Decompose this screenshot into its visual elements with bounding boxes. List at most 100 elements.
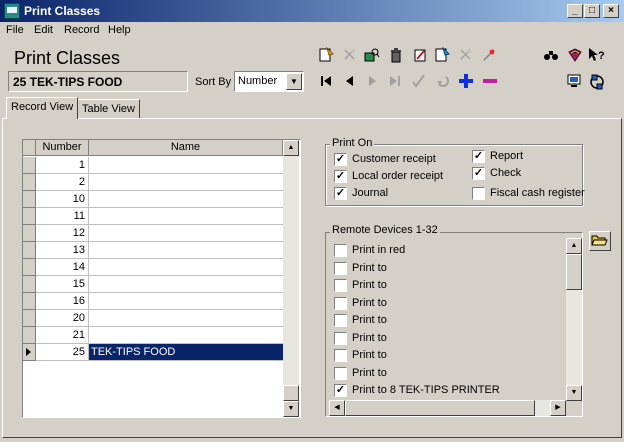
checkbox-journal[interactable]: ✓ (334, 187, 347, 200)
cell-number[interactable]: 16 (36, 293, 89, 310)
checkbox-fiscal-cash-register[interactable] (472, 187, 485, 200)
remote-horizontal-scrollbar[interactable]: ◀ ▶ (329, 400, 566, 416)
cell-number[interactable]: 20 (36, 310, 89, 327)
scroll-down-button[interactable]: ▼ (283, 401, 299, 417)
row-selector[interactable] (23, 293, 36, 310)
previous-record-icon[interactable] (339, 71, 359, 91)
cell-name[interactable] (89, 225, 283, 242)
cut-record-icon[interactable] (479, 45, 499, 65)
find-record-icon[interactable] (362, 45, 382, 65)
checkbox-remote-device[interactable] (334, 367, 347, 380)
last-record-icon[interactable] (385, 71, 405, 91)
label-remote-device[interactable]: Print in red (352, 244, 405, 256)
checkbox-check[interactable]: ✓ (472, 167, 485, 180)
row-selector[interactable] (23, 191, 36, 208)
checkbox-local-order-receipt[interactable]: ✓ (334, 170, 347, 183)
cell-name[interactable] (89, 310, 283, 327)
scroll-down-button[interactable]: ▼ (566, 385, 582, 401)
row-selector[interactable] (23, 276, 36, 293)
row-selector[interactable] (23, 208, 36, 225)
paste-record-icon[interactable] (456, 45, 476, 65)
print-classes-grid[interactable]: Number Name 1 2 10 11 12 13 14 15 16 20 … (22, 139, 301, 418)
menu-edit[interactable]: Edit (34, 24, 53, 36)
remote-vertical-scrollbar[interactable]: ▲ ▼ (566, 238, 582, 401)
close-button[interactable]: × (603, 4, 619, 18)
checkbox-remote-device[interactable] (334, 262, 347, 275)
label-local-order-receipt[interactable]: Local order receipt (352, 170, 443, 182)
checkbox-remote-device[interactable] (334, 349, 347, 362)
new-record-icon[interactable] (316, 45, 336, 65)
scroll-up-button[interactable]: ▲ (566, 238, 582, 254)
copy-record-icon[interactable] (340, 45, 360, 65)
cell-number[interactable]: 15 (36, 276, 89, 293)
save-record-icon[interactable] (432, 45, 452, 65)
checkmark-icon[interactable] (408, 71, 428, 91)
tab-table-view[interactable]: Table View (77, 99, 140, 118)
cell-name[interactable] (89, 242, 283, 259)
cell-number[interactable]: 12 (36, 225, 89, 242)
row-selector[interactable] (23, 242, 36, 259)
cell-number[interactable]: 11 (36, 208, 89, 225)
label-remote-device[interactable]: Print to (352, 367, 387, 379)
sort-by-select[interactable]: Number ▼ (234, 71, 304, 92)
scroll-thumb[interactable] (283, 385, 299, 401)
cell-name[interactable] (89, 174, 283, 191)
checkbox-report[interactable]: ✓ (472, 150, 485, 163)
add-icon[interactable] (456, 71, 476, 91)
next-record-icon[interactable] (362, 71, 382, 91)
minimize-button[interactable]: _ (567, 4, 583, 18)
row-selector[interactable] (23, 310, 36, 327)
network-icon[interactable] (587, 71, 607, 91)
label-remote-device[interactable]: Print to (352, 349, 387, 361)
menu-help[interactable]: Help (108, 24, 131, 36)
scroll-thumb[interactable] (566, 254, 582, 290)
label-customer-receipt[interactable]: Customer receipt (352, 153, 436, 165)
cell-number[interactable]: 10 (36, 191, 89, 208)
checkbox-remote-device[interactable] (334, 297, 347, 310)
row-selector[interactable] (23, 174, 36, 191)
trash-icon[interactable] (386, 45, 406, 65)
display-icon[interactable] (564, 71, 584, 91)
label-remote-device[interactable]: Print to (352, 332, 387, 344)
menu-record[interactable]: Record (64, 24, 99, 36)
scroll-left-button[interactable]: ◀ (329, 400, 345, 416)
help-pointer-icon[interactable]: ? (587, 45, 607, 65)
checkbox-customer-receipt[interactable]: ✓ (334, 153, 347, 166)
cell-number[interactable]: 13 (36, 242, 89, 259)
cell-name[interactable] (89, 293, 283, 310)
first-record-icon[interactable] (316, 71, 336, 91)
column-header-name[interactable]: Name (89, 140, 283, 156)
checkbox-remote-device-8[interactable]: ✓ (334, 384, 347, 397)
cell-number[interactable]: 21 (36, 327, 89, 344)
cell-name[interactable] (89, 327, 283, 344)
cell-name[interactable] (89, 191, 283, 208)
label-remote-device[interactable]: Print to (352, 314, 387, 326)
edit-record-icon[interactable] (410, 45, 430, 65)
label-fiscal-cash-register[interactable]: Fiscal cash register (490, 187, 585, 199)
checkbox-remote-device[interactable] (334, 279, 347, 292)
tab-record-view[interactable]: Record View (6, 97, 79, 119)
checkbox-remote-device[interactable] (334, 332, 347, 345)
remove-icon[interactable] (480, 71, 500, 91)
label-check[interactable]: Check (490, 167, 521, 179)
scroll-thumb[interactable] (345, 400, 535, 416)
binoculars-icon[interactable] (541, 45, 561, 65)
cell-name[interactable] (89, 276, 283, 293)
checkbox-remote-device[interactable] (334, 244, 347, 257)
cell-number[interactable]: 1 (36, 157, 89, 174)
column-header-number[interactable]: Number (36, 140, 89, 156)
book-icon[interactable] (565, 45, 585, 65)
row-selector[interactable] (23, 259, 36, 276)
cell-number[interactable]: 14 (36, 259, 89, 276)
scroll-up-button[interactable]: ▲ (283, 140, 299, 156)
cell-name-selected[interactable]: TEK-TIPS FOOD (89, 344, 283, 361)
maximize-button[interactable]: □ (584, 4, 600, 18)
cell-name[interactable] (89, 157, 283, 174)
menu-file[interactable]: File (6, 24, 24, 36)
cell-number[interactable]: 2 (36, 174, 89, 191)
checkbox-remote-device[interactable] (334, 314, 347, 327)
chevron-down-icon[interactable]: ▼ (286, 73, 302, 90)
row-selector[interactable] (23, 327, 36, 344)
cell-name[interactable] (89, 208, 283, 225)
label-journal[interactable]: Journal (352, 187, 388, 199)
